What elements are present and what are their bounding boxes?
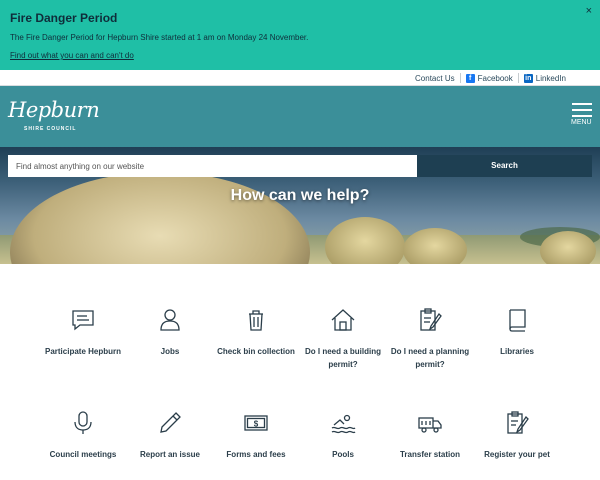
logo-subtitle: SHIRE COUNCIL <box>24 126 77 132</box>
pencil-icon <box>160 412 181 433</box>
hero-title: How can we help? <box>230 187 370 204</box>
hamburger-icon-bar <box>572 115 592 117</box>
clipboard-pencil-icon <box>420 308 442 331</box>
tile-label: Participate Hepburn <box>44 347 121 356</box>
truck-icon <box>418 417 442 433</box>
contact-us-link[interactable]: Contact Us <box>415 74 455 83</box>
tile-participate-hepburn[interactable]: Participate Hepburn <box>43 307 123 359</box>
tile-check-bin-collection[interactable]: Check bin collection <box>216 307 296 359</box>
tile-label: Transfer station <box>399 450 460 459</box>
tile-building-permit[interactable]: Do I need a building permit? <box>303 307 383 371</box>
money-icon: $ <box>244 415 268 431</box>
tile-report-an-issue[interactable]: Report an issue <box>130 410 210 462</box>
hamburger-icon-bar <box>572 109 592 111</box>
svg-text:$: $ <box>254 420 259 429</box>
quick-links: Participate Hepburn Jobs Check bin colle… <box>0 264 600 480</box>
tile-forms-and-fees[interactable]: $ Forms and fees <box>216 410 296 462</box>
tile-planning-permit[interactable]: Do I need a planning permit? <box>390 307 470 371</box>
divider <box>517 73 519 83</box>
alert-title: Fire Danger Period <box>10 11 118 25</box>
facebook-label: Facebook <box>477 73 513 83</box>
house-icon <box>331 309 355 331</box>
person-icon <box>160 309 180 331</box>
logo-script: Hepburn <box>8 98 100 122</box>
chat-icon <box>72 310 94 331</box>
tile-label: Check bin collection <box>217 347 295 356</box>
fire-danger-alert: Fire Danger Period The Fire Danger Perio… <box>0 0 600 70</box>
tile-libraries[interactable]: Libraries <box>477 307 557 359</box>
hero-banner: Search How can we help? <box>0 147 600 264</box>
site-header: Hepburn SHIRE COUNCIL MENU <box>0 86 600 147</box>
swimmer-icon <box>331 414 356 434</box>
facebook-icon: f <box>465 73 475 83</box>
tile-label: Libraries <box>500 347 534 356</box>
tile-label: Do I need a building permit? <box>305 347 381 369</box>
book-icon <box>509 309 526 332</box>
menu-button[interactable]: MENU <box>571 103 593 129</box>
utility-links: Contact Us f Facebook in LinkedIn <box>415 73 566 83</box>
clipboard-paw-icon <box>507 411 529 434</box>
search-input[interactable] <box>8 155 417 177</box>
divider <box>459 73 461 83</box>
bin-icon <box>249 310 263 331</box>
alert-text: The Fire Danger Period for Hepburn Shire… <box>10 33 309 42</box>
microphone-icon <box>74 411 92 434</box>
hamburger-icon <box>572 103 592 105</box>
search-button[interactable]: Search <box>417 155 592 177</box>
alert-link[interactable]: Find out what you can and can't do <box>10 51 134 60</box>
close-icon[interactable]: × <box>586 5 592 17</box>
contact-us-label: Contact Us <box>415 73 455 83</box>
tile-pools[interactable]: Pools <box>303 410 383 462</box>
tile-label: Report an issue <box>139 450 200 459</box>
facebook-link[interactable]: f Facebook <box>465 73 513 83</box>
tile-register-your-pet[interactable]: Register your pet <box>477 410 557 462</box>
tile-transfer-station[interactable]: Transfer station <box>390 410 470 462</box>
tile-label: Council meetings <box>49 450 117 459</box>
utility-bar: Contact Us f Facebook in LinkedIn <box>0 70 600 86</box>
linkedin-label: LinkedIn <box>535 73 566 83</box>
tile-label: Pools <box>332 450 354 459</box>
tile-label: Jobs <box>160 347 180 356</box>
tile-label: Do I need a planning permit? <box>390 347 470 369</box>
tile-label: Forms and fees <box>226 450 286 459</box>
linkedin-link[interactable]: in LinkedIn <box>523 73 566 83</box>
tile-jobs[interactable]: Jobs <box>130 307 210 359</box>
logo[interactable]: Hepburn SHIRE COUNCIL <box>8 98 100 134</box>
tile-council-meetings[interactable]: Council meetings <box>43 410 123 462</box>
menu-label: MENU <box>571 119 592 126</box>
linkedin-icon: in <box>523 73 533 83</box>
tile-label: Register your pet <box>484 450 550 459</box>
